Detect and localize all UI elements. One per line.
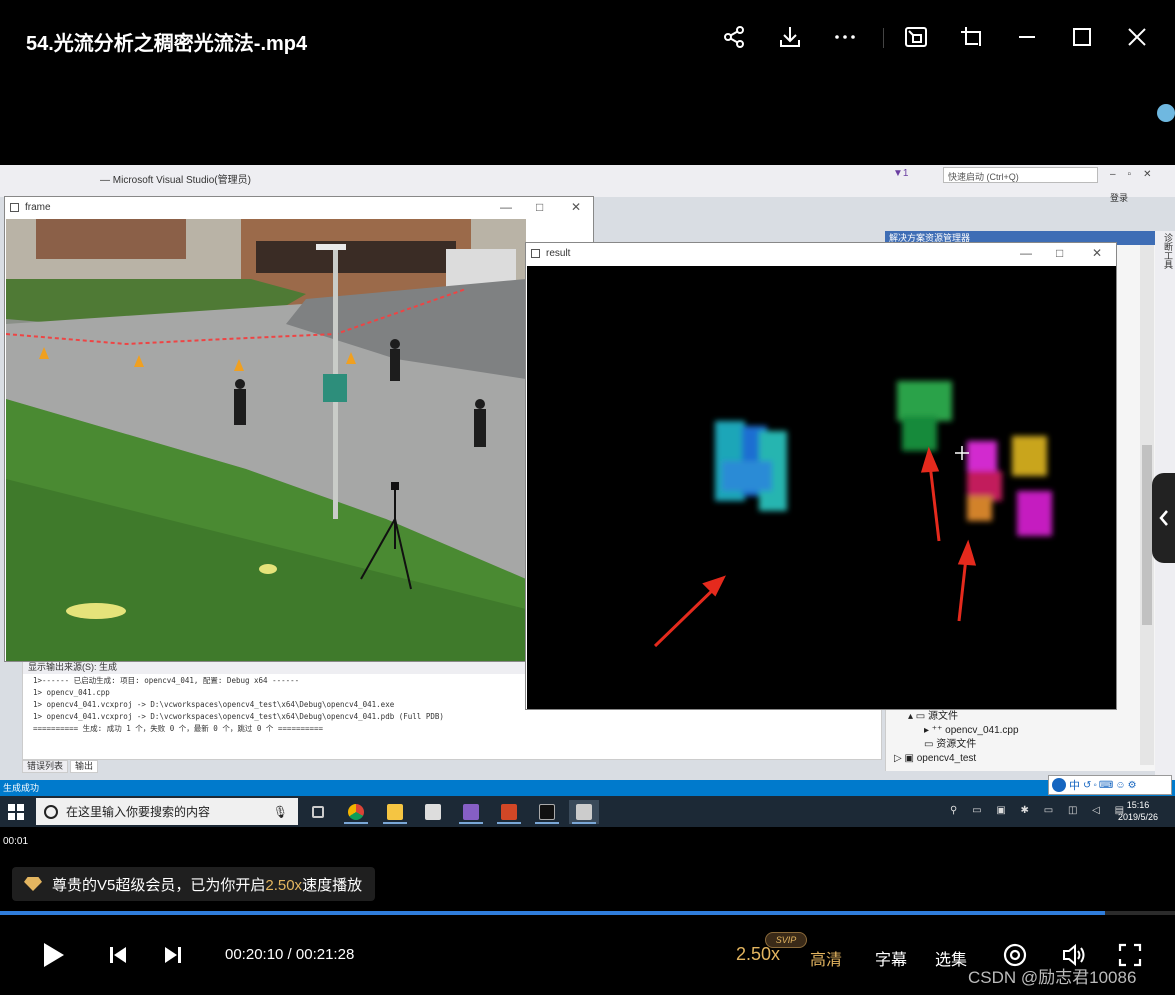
quality-button[interactable]: 高清 bbox=[810, 946, 842, 970]
solution-scroll-thumb[interactable] bbox=[1142, 445, 1152, 625]
result-window-header: result — □ ✕ bbox=[526, 243, 1116, 265]
floating-bubble-icon[interactable] bbox=[1157, 104, 1175, 122]
vs-status-bar: 生成成功 bbox=[0, 780, 1175, 796]
frame-close-icon[interactable]: ✕ bbox=[571, 200, 581, 214]
close-icon[interactable] bbox=[1122, 22, 1152, 52]
result-window[interactable]: result — □ ✕ bbox=[525, 242, 1117, 710]
episodes-button[interactable]: 选集 bbox=[935, 946, 967, 970]
result-maximize-icon[interactable]: □ bbox=[1056, 246, 1063, 260]
skip-next-icon bbox=[165, 947, 181, 963]
vs-menubar: — Microsoft Visual Studio(管理员) ▼1 快速启动 (… bbox=[0, 165, 1175, 203]
ime-toolbar[interactable]: 中 ↺◦⌨☺⚙ bbox=[1048, 775, 1172, 795]
play-button[interactable] bbox=[35, 935, 71, 975]
taskbar-search[interactable]: 在这里输入你要搜索的内容 🎙 bbox=[36, 798, 298, 825]
download-icon[interactable] bbox=[775, 22, 805, 52]
vip-speed-toast: 尊贵的V5超级会员，已为你开启2.50x速度播放 bbox=[12, 867, 375, 901]
csdn-watermark: CSDN @励志君10086 bbox=[968, 968, 1137, 987]
minimize-icon[interactable] bbox=[1012, 22, 1042, 52]
next-button[interactable] bbox=[158, 935, 188, 975]
titlebar-divider bbox=[883, 28, 884, 48]
ime-logo-icon bbox=[1052, 778, 1066, 792]
console-icon[interactable] bbox=[532, 800, 562, 824]
output-text: 1>------ 已启动生成: 项目: opencv4_041, 配置: Deb… bbox=[33, 676, 444, 733]
optical-flow-visualization bbox=[527, 266, 1116, 709]
cortana-icon bbox=[44, 804, 58, 819]
calendar-icon[interactable] bbox=[418, 800, 448, 824]
tab-error-list[interactable]: 错误列表 bbox=[22, 760, 69, 773]
frame-window-header: frame — □ ✕ bbox=[5, 197, 593, 219]
tree-item-source-files[interactable]: ▴ ▭ 源文件 bbox=[890, 710, 1140, 724]
vs-window-title: — Microsoft Visual Studio(管理员) bbox=[100, 175, 251, 186]
subtitle-button[interactable]: 字幕 bbox=[875, 946, 907, 970]
system-tray-icons[interactable]: ⚲ ▭ ▣ ✱ ▭ ◫ ◁ ▤ bbox=[950, 805, 1130, 816]
campus-scene-image bbox=[6, 219, 526, 661]
video-title: 54.光流分析之稠密光流法-.mp4 bbox=[26, 33, 308, 55]
frame-minimize-icon[interactable]: — bbox=[500, 200, 512, 214]
tab-output[interactable]: 输出 bbox=[70, 760, 99, 773]
hover-time: 00:01 bbox=[3, 836, 29, 847]
tree-item-cpp[interactable]: ▸ ⁺⁺ opencv_041.cpp bbox=[890, 724, 1140, 738]
time-display: 00:20:10 / 00:21:28 bbox=[225, 946, 355, 963]
file-explorer-icon[interactable] bbox=[380, 800, 410, 824]
vs-login[interactable]: 登录 bbox=[1110, 191, 1128, 204]
windows-taskbar: 在这里输入你要搜索的内容 🎙 ⚲ ▭ ▣ ✱ ▭ ◫ ◁ ▤ 15:16 201… bbox=[0, 796, 1175, 827]
video-frame[interactable]: — Microsoft Visual Studio(管理员) ▼1 快速启动 (… bbox=[0, 165, 1175, 827]
windows-start-icon[interactable] bbox=[8, 804, 24, 820]
optical-flow-image bbox=[653, 381, 1052, 648]
solution-tree: ▴ ▭ 源文件 ▸ ⁺⁺ opencv_041.cpp ▭ 资源文件 ▷ ▣ o… bbox=[890, 710, 1140, 766]
previous-button[interactable] bbox=[103, 935, 133, 975]
window-icon bbox=[531, 249, 540, 258]
output-tabs: 错误列表 输出 bbox=[22, 760, 100, 773]
play-icon bbox=[44, 943, 64, 967]
tree-item-project[interactable]: ▷ ▣ opencv4_test bbox=[890, 752, 1140, 766]
progress-fill bbox=[0, 911, 1105, 915]
result-minimize-icon[interactable]: — bbox=[1020, 246, 1032, 260]
ime-tool-icons[interactable]: ↺◦⌨☺⚙ bbox=[1083, 780, 1139, 791]
filter-icon[interactable]: ▼1 bbox=[893, 168, 917, 182]
tree-item-resources[interactable]: ▭ 资源文件 bbox=[890, 738, 1140, 752]
chrome-icon[interactable] bbox=[341, 800, 371, 824]
share-icon[interactable] bbox=[719, 22, 749, 52]
result-close-icon[interactable]: ✕ bbox=[1092, 246, 1102, 260]
vip-diamond-icon bbox=[24, 877, 42, 891]
speed-button[interactable]: 2.50x bbox=[736, 944, 780, 965]
result-window-title: result bbox=[546, 248, 571, 259]
microphone-icon[interactable]: 🎙 bbox=[273, 805, 288, 819]
frame-window[interactable]: frame — □ ✕ bbox=[4, 196, 594, 662]
frame-maximize-icon[interactable]: □ bbox=[536, 200, 543, 214]
vs-window-controls[interactable]: –▫✕ bbox=[1110, 169, 1164, 180]
picture-in-picture-icon[interactable] bbox=[901, 22, 931, 52]
task-view-icon[interactable] bbox=[303, 800, 333, 824]
camera-scene bbox=[6, 219, 526, 661]
vs-quick-launch[interactable]: 快速启动 (Ctrl+Q) bbox=[943, 167, 1098, 183]
frame-window-title: frame bbox=[25, 202, 51, 213]
chevron-left-icon bbox=[1158, 510, 1168, 526]
maximize-icon[interactable] bbox=[1067, 22, 1097, 52]
player-titlebar: 54.光流分析之稠密光流法-.mp4 bbox=[0, 0, 1175, 78]
opencv-window-icon[interactable] bbox=[569, 800, 599, 824]
side-panel-toggle[interactable] bbox=[1152, 473, 1175, 563]
taskbar-clock[interactable]: 15:16 2019/5/26 bbox=[1118, 799, 1158, 823]
powerpoint-icon[interactable] bbox=[494, 800, 524, 824]
window-icon bbox=[10, 203, 19, 212]
ime-mode[interactable]: 中 bbox=[1069, 777, 1080, 793]
progress-bar[interactable] bbox=[0, 911, 1175, 915]
skip-previous-icon bbox=[110, 947, 126, 963]
more-icon[interactable] bbox=[830, 22, 860, 52]
visual-studio-icon[interactable] bbox=[456, 800, 486, 824]
pin-on-top-icon[interactable] bbox=[956, 22, 986, 52]
